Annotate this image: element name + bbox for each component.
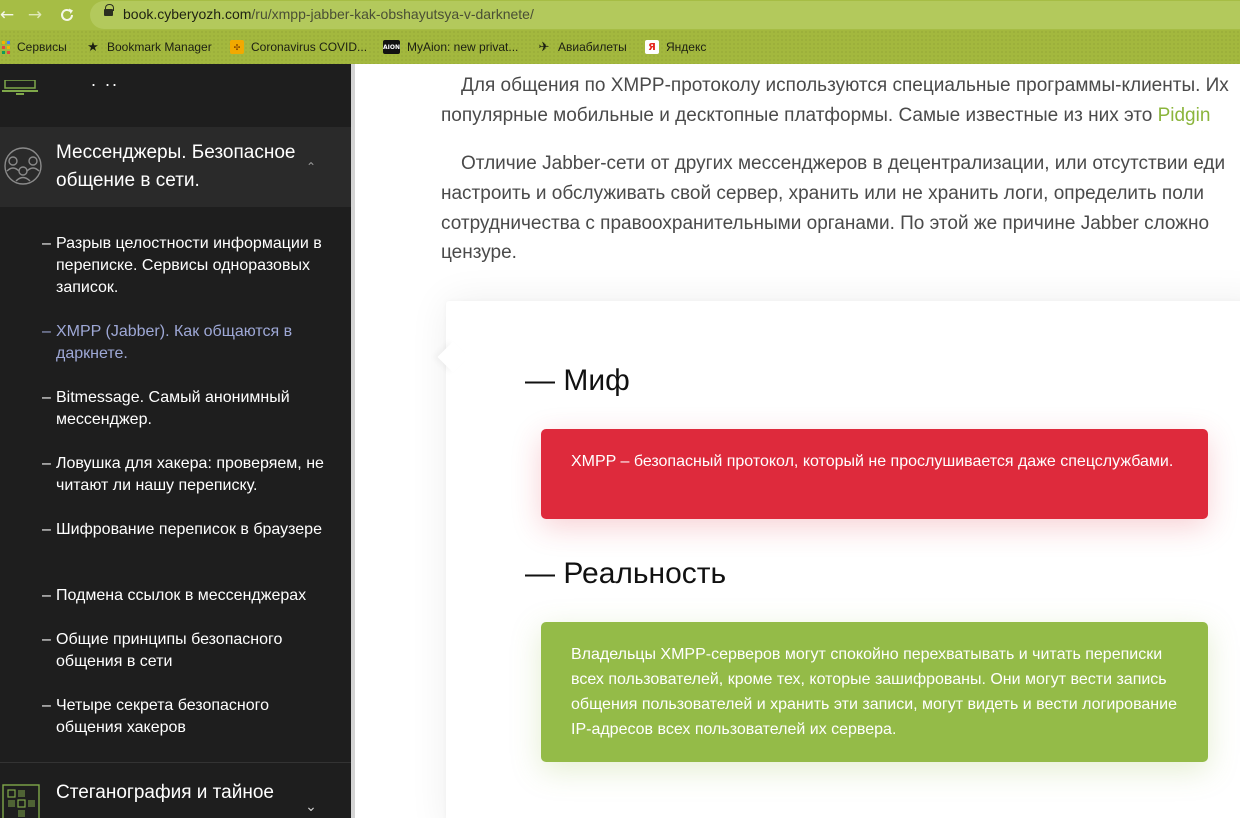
paragraph-line: настроить и обслуживать свой сервер, хра… <box>441 183 1205 204</box>
bookmark-label: Coronavirus COVID... <box>251 40 368 54</box>
airplane-icon: ✈ <box>538 39 550 55</box>
reload-icon[interactable] <box>56 4 78 26</box>
sidebar-item[interactable]: – Шифрование переписок в браузере <box>42 519 327 541</box>
sidebar-divider <box>0 762 351 763</box>
bookmark-myaion[interactable]: AION MyAion: new privat... <box>383 38 518 56</box>
chevron-up-icon[interactable]: ⌃ <box>304 160 318 174</box>
sidebar-item[interactable]: – Общие принципы безопасного общения в с… <box>42 629 327 673</box>
bookmark-label: Яндекс <box>666 40 707 54</box>
paragraph-line: сотрудничества с правоохранительными орг… <box>441 213 1210 234</box>
bookmark-aviabilety[interactable]: ✈ Авиабилеты <box>537 38 627 56</box>
course-sidebar: . .. Мессенджеры. Безопасное общение в с… <box>0 64 351 818</box>
bookmark-coronavirus[interactable]: ✣ Coronavirus COVID... <box>230 38 367 56</box>
forward-arrow-icon[interactable]: → <box>24 4 46 26</box>
myth-heading: — Миф <box>525 364 630 397</box>
sidebar-section-messengers[interactable]: Мессенджеры. Безопасное общение в сети. … <box>0 127 351 207</box>
sidebar-item[interactable]: – Разрыв целостности информации в перепи… <box>42 233 327 299</box>
paragraph-line: Отличие Jabber-сети от других мессенджер… <box>461 153 1226 174</box>
monitor-icon <box>2 80 38 95</box>
myth-box: XMPP – безопасный протокол, который не п… <box>541 429 1208 519</box>
star-icon: ★ <box>87 39 99 55</box>
myth-text: XMPP – безопасный протокол, который не п… <box>571 453 1174 470</box>
dash: – <box>42 389 51 406</box>
bookmark-label: MyAion: new privat... <box>407 40 519 54</box>
pixel-grid-icon <box>2 784 40 818</box>
users-network-icon <box>4 147 42 185</box>
sidebar-item-label: Шифрование переписок в браузере <box>56 521 322 538</box>
paragraph-line: Для общения по XMPP-протоколу используют… <box>461 75 1229 96</box>
bookmark-label: Bookmark Manager <box>107 40 212 54</box>
dash: – <box>42 235 51 252</box>
reality-box: Владельцы XMPP-серверов могут спокойно п… <box>541 622 1208 762</box>
paragraph-line: цензуре. <box>441 242 517 263</box>
reality-text: Владельцы XMPP-серверов могут спокойно п… <box>571 646 1177 738</box>
url-host: book.cyberyozh.com <box>123 6 252 22</box>
bookmark-label: Сервисы <box>17 40 67 54</box>
sidebar-item-label: Ловушка для хакера: проверяем, не читают… <box>56 455 324 494</box>
lock-icon[interactable] <box>104 4 114 16</box>
yandex-logo-icon: Я <box>645 40 659 54</box>
sidebar-item[interactable]: – Bitmessage. Самый анонимный мессенджер… <box>42 387 327 431</box>
section-title: Мессенджеры. Безопасное общение в сети. <box>56 142 296 191</box>
paragraph-text: популярные мобильные и десктопные платфо… <box>441 105 1158 126</box>
back-arrow-icon[interactable]: ← <box>0 4 18 26</box>
dash: – <box>42 587 51 604</box>
reality-heading: — Реальность <box>525 557 727 590</box>
sidebar-item[interactable]: – Ловушка для хакера: проверяем, не чита… <box>42 453 327 497</box>
bookmarks-bar: Сервисы ★ Bookmark Manager ✣ Coronavirus… <box>0 30 1240 64</box>
section-title: Стеганография и тайное <box>56 782 274 803</box>
paragraph-line: популярные мобильные и десктопные платфо… <box>441 101 1240 131</box>
sidebar-item-label: Bitmessage. Самый анонимный мессенджер. <box>56 389 290 428</box>
address-bar[interactable]: book.cyberyozh.com/ru/xmpp-jabber-kak-ob… <box>90 1 1240 29</box>
sidebar-item-label: Общие принципы безопасного общения в сет… <box>56 631 283 670</box>
url-text[interactable]: book.cyberyozh.com/ru/xmpp-jabber-kak-ob… <box>123 6 534 22</box>
dash: – <box>42 521 51 538</box>
bookmark-label: Авиабилеты <box>558 40 627 54</box>
dash: – <box>42 455 51 472</box>
sidebar-item-label: Четыре секрета безопасного общения хакер… <box>56 697 270 736</box>
dash: – <box>42 631 51 648</box>
sidebar-section-title-partial[interactable]: . .. <box>91 70 119 91</box>
sidebar-section-steganography[interactable]: Стеганография и тайное ⌄ <box>0 764 351 818</box>
dash: – <box>42 697 51 714</box>
article-content: Для общения по XMPP-протоколу используют… <box>355 64 1240 818</box>
sidebar-item[interactable]: – Четыре секрета безопасного общения хак… <box>42 695 327 739</box>
bookmark-services[interactable]: Сервисы <box>0 38 67 56</box>
chevron-down-icon[interactable]: ⌄ <box>304 799 318 815</box>
dash: – <box>42 323 51 340</box>
apps-grid-icon <box>0 40 10 54</box>
sidebar-item-label: Разрыв целостности информации в переписк… <box>56 235 322 296</box>
coronavirus-site-icon: ✣ <box>230 40 244 54</box>
sidebar-item[interactable]: – Подмена ссылок в мессенджерах <box>42 585 327 607</box>
aion-logo-icon: AION <box>383 40 400 54</box>
url-path: /ru/xmpp-jabber-kak-obshayutsya-v-darkne… <box>251 6 534 22</box>
bookmark-bookmark-manager[interactable]: ★ Bookmark Manager <box>86 38 212 56</box>
sidebar-item-label: XMPP (Jabber). Как общаются в даркнете. <box>56 323 293 362</box>
bookmark-yandex[interactable]: Я Яндекс <box>645 38 706 56</box>
browser-toolbar: ← → book.cyberyozh.com/ru/xmpp-jabber-ka… <box>0 0 1240 30</box>
sidebar-item-active[interactable]: – XMPP (Jabber). Как общаются в даркнете… <box>42 321 327 365</box>
sidebar-item-label: Подмена ссылок в мессенджерах <box>56 587 307 604</box>
pidgin-link[interactable]: Pidgin <box>1158 105 1211 126</box>
